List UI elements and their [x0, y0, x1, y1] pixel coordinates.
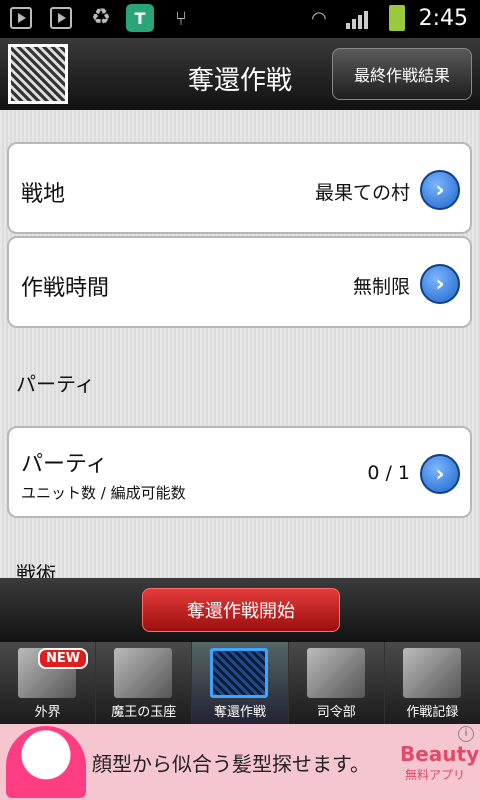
- tactics-section-heading: 戦術: [16, 562, 56, 578]
- shield-t-icon: T: [126, 4, 154, 32]
- ad-text: 顔型から似合う髪型探せます。: [92, 752, 370, 776]
- tab-label: 魔王の玉座: [111, 705, 177, 720]
- chevron-right-icon[interactable]: ›: [420, 170, 460, 210]
- new-badge: NEW: [38, 648, 89, 669]
- usb-icon: ⑂: [175, 6, 187, 30]
- app-header: 奪還作戦 最終作戦結果: [0, 38, 480, 111]
- battlefield-label: 戦地: [21, 182, 66, 207]
- tab-headquarters[interactable]: 司令部: [288, 642, 385, 724]
- hair-silhouette-image: [6, 726, 86, 798]
- ad-brand-name: Beauty: [400, 742, 480, 766]
- headquarters-thumbnail: [306, 648, 365, 698]
- party-sublabel: ユニット数 / 編成可能数: [21, 484, 186, 502]
- bottom-tab-bar: NEW 外界 魔王の玉座 奪還作戦 司令部 作戦記録: [0, 642, 480, 724]
- operation-time-value: 無制限: [352, 276, 410, 298]
- signal-icon: [346, 7, 368, 29]
- chevron-right-icon[interactable]: ›: [420, 264, 460, 304]
- party-row[interactable]: パーティ ユニット数 / 編成可能数 0 / 1 ›: [7, 426, 472, 518]
- party-count: 0 / 1: [367, 462, 410, 484]
- recapture-thumbnail: [210, 648, 269, 698]
- party-section-heading: パーティ: [16, 372, 95, 396]
- ad-brand-sub: 無料アプリ: [404, 768, 465, 782]
- start-operation-button[interactable]: 奪還作戦開始: [142, 588, 340, 632]
- ad-brand: Beauty 無料アプリ: [400, 742, 480, 783]
- chevron-right-icon[interactable]: ›: [420, 454, 460, 494]
- battery-charging-icon: [386, 5, 408, 31]
- tab-label: 外界: [34, 705, 61, 720]
- final-results-button[interactable]: 最終作戦結果: [332, 48, 472, 100]
- battlefield-value: 最果ての村: [314, 182, 410, 204]
- party-label: パーティ: [21, 452, 108, 477]
- tab-demon-throne[interactable]: 魔王の玉座: [96, 642, 193, 724]
- recycle-icon: ♻: [91, 5, 111, 30]
- operation-time-label: 作戦時間: [21, 276, 110, 301]
- action-bar: 奪還作戦開始: [0, 578, 480, 642]
- demon-throne-thumbnail: [114, 648, 173, 698]
- clock: 2:45: [418, 6, 468, 31]
- records-thumbnail: [402, 648, 461, 698]
- ad-banner[interactable]: 顔型から似合う髪型探せます。 Beauty 無料アプリ i: [0, 724, 480, 800]
- ad-info-icon[interactable]: i: [458, 726, 474, 742]
- tab-recapture-operation[interactable]: 奪還作戦: [192, 642, 289, 724]
- wifi-icon: ◠: [311, 7, 327, 29]
- tab-operation-records[interactable]: 作戦記録: [384, 642, 480, 724]
- tab-label: 作戦記録: [406, 705, 459, 720]
- tab-outer-world[interactable]: NEW 外界: [0, 642, 97, 724]
- tab-label: 司令部: [316, 705, 356, 720]
- play-store-icon: [50, 7, 72, 29]
- battlefield-row[interactable]: 戦地 最果ての村 ›: [7, 142, 472, 234]
- play-store-icon: [10, 7, 32, 29]
- status-bar: ♻ T ⑂ ◠ 2:45: [0, 0, 480, 38]
- tab-label: 奪還作戦: [214, 705, 267, 720]
- operation-time-row[interactable]: 作戦時間 無制限 ›: [7, 236, 472, 328]
- main-content[interactable]: 戦地 最果ての村 › 作戦時間 無制限 › パーティ パーティ ユニット数 / …: [0, 110, 480, 578]
